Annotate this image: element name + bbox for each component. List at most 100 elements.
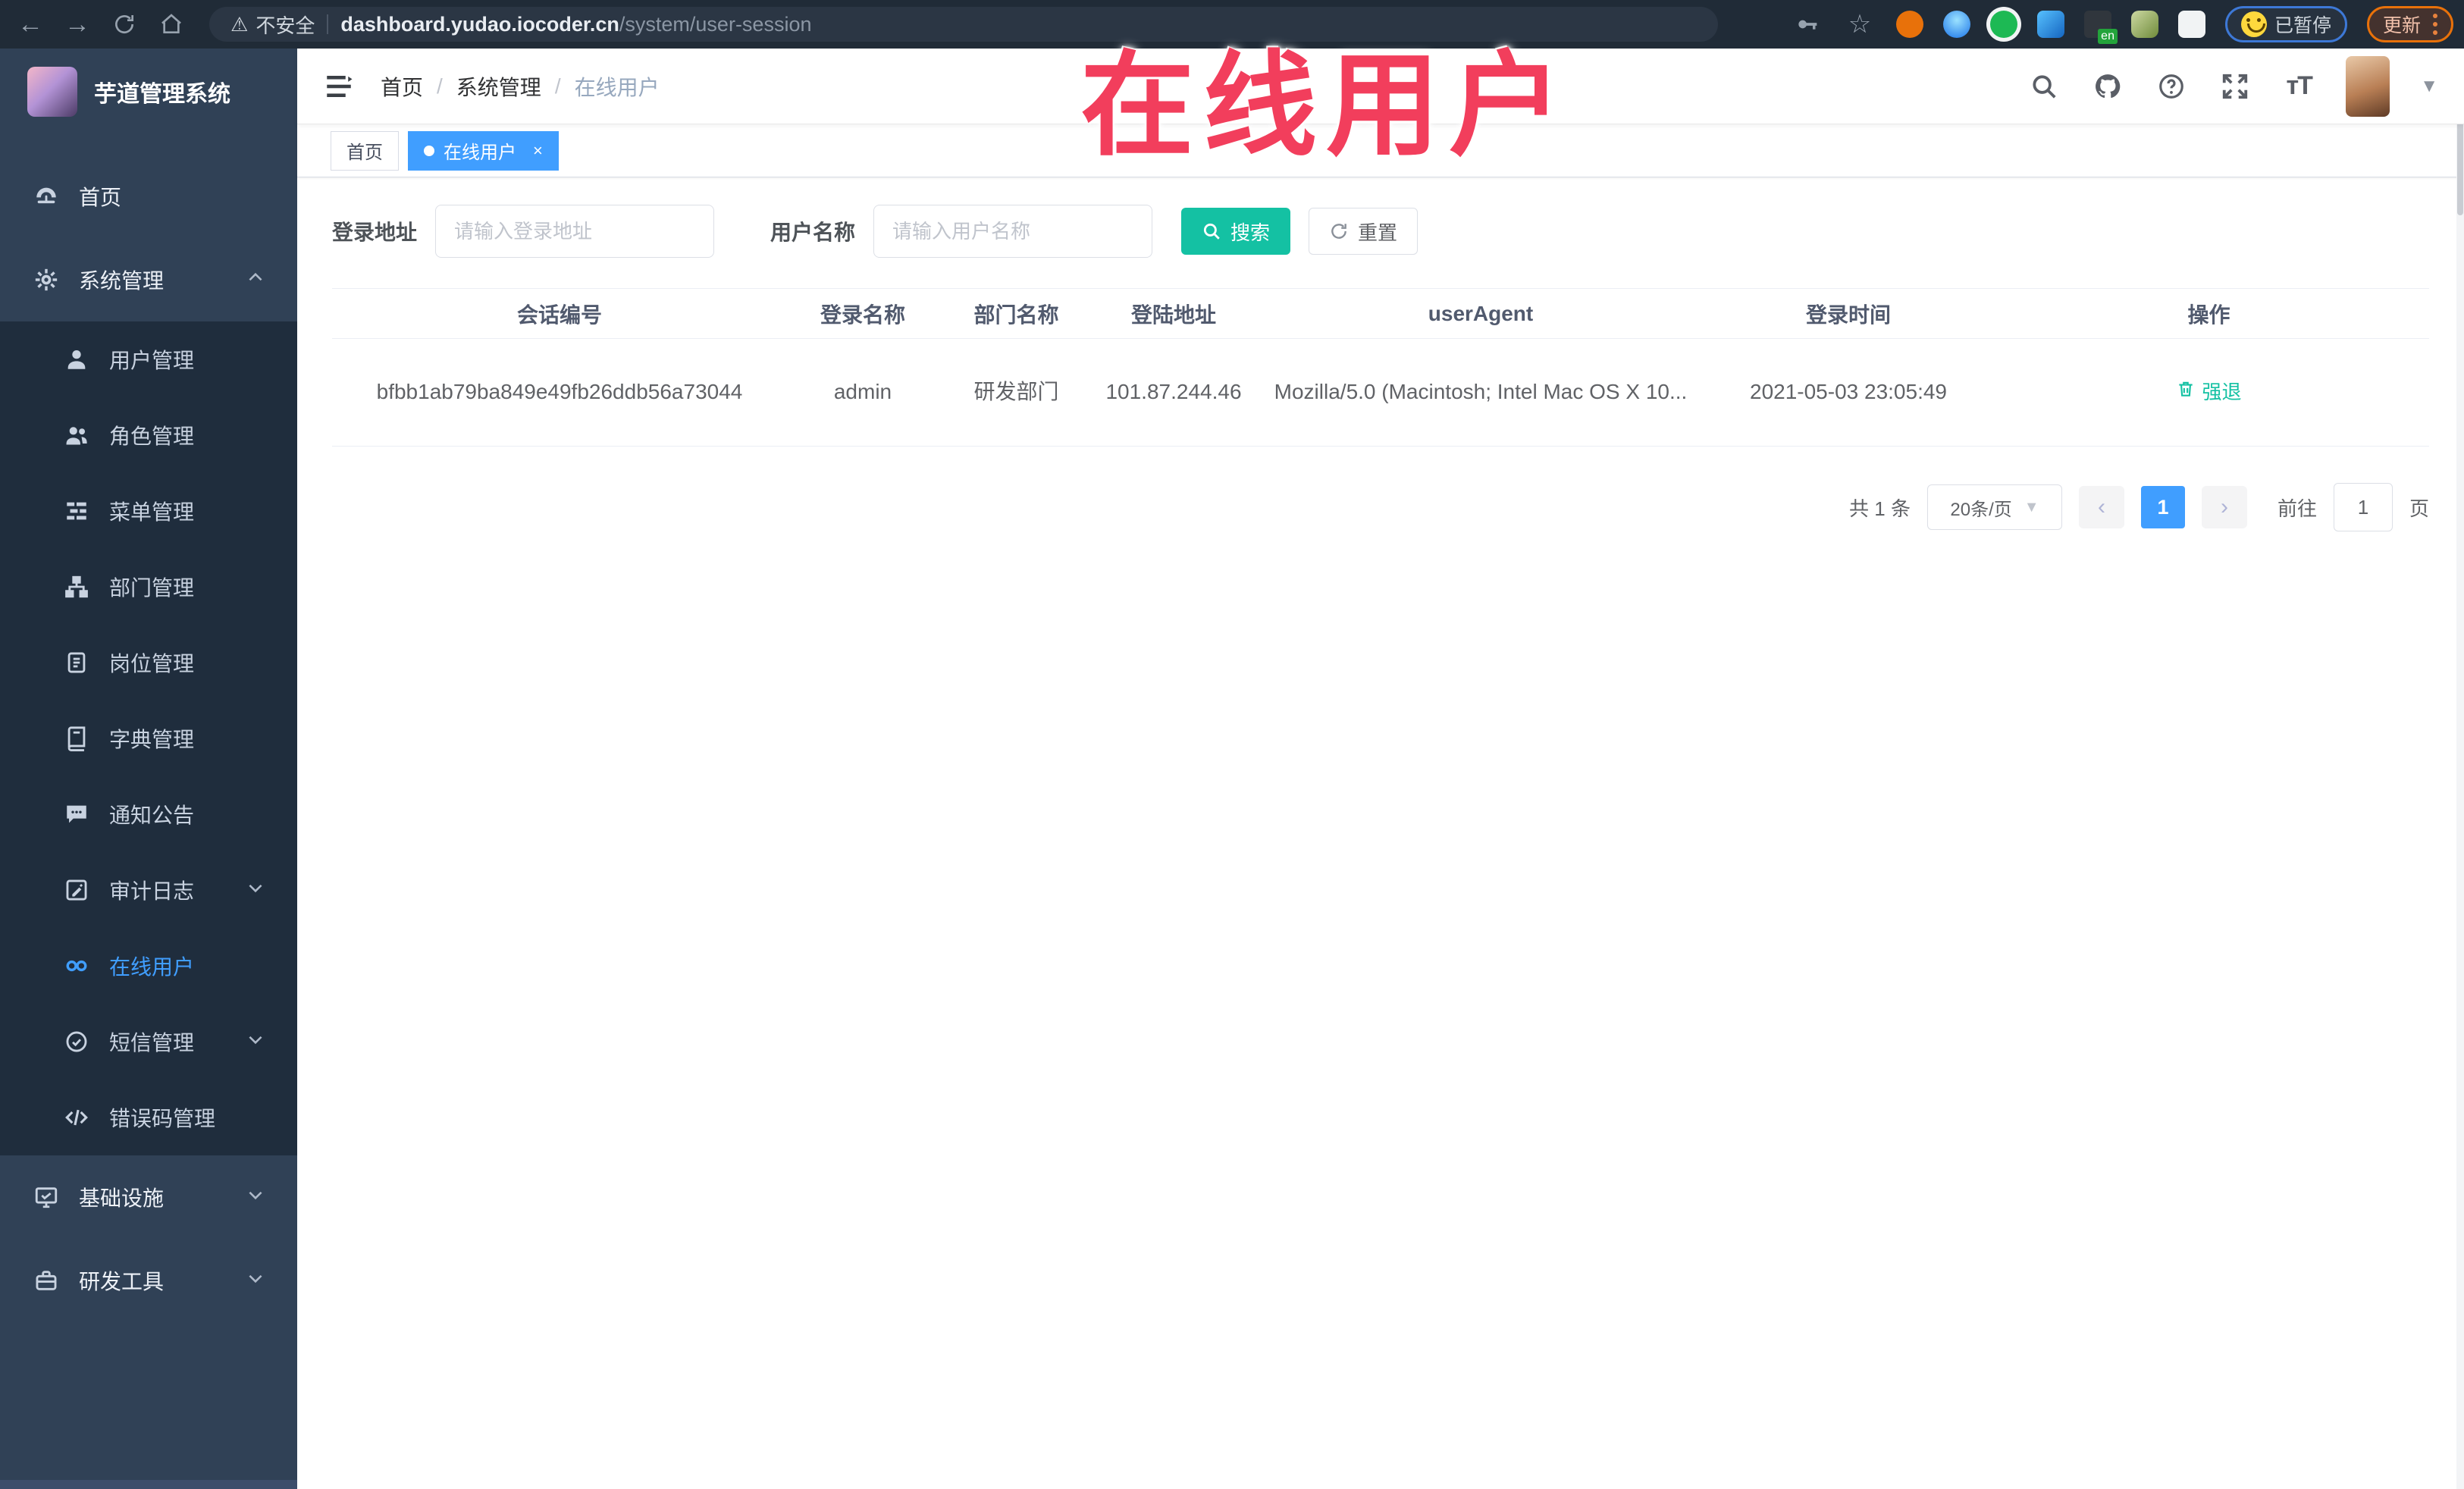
sidebar-item-label: 用户管理 (109, 349, 195, 372)
close-icon[interactable]: × (533, 141, 543, 161)
extension-icon-en[interactable]: en (2083, 11, 2118, 44)
bookmark-star-icon[interactable]: ☆ (1843, 8, 1876, 41)
online-icon (64, 953, 89, 979)
help-icon[interactable] (2155, 70, 2188, 103)
screen: ← → ⚠ 不安全 dashboard.yudao.iocoder.cn /sy… (0, 0, 2464, 1489)
log-icon (64, 877, 89, 903)
reset-button-label: 重置 (1358, 221, 1398, 244)
username-input[interactable] (873, 205, 1153, 258)
reset-button[interactable]: 重置 (1309, 208, 1419, 255)
forward-icon[interactable]: → (61, 8, 94, 41)
breadcrumb-item-2[interactable]: 系统管理 (456, 71, 541, 102)
extension-icon-green-v[interactable] (1989, 11, 2017, 38)
sidebar-item-2[interactable]: 系统管理 (0, 238, 297, 321)
monitor-icon (33, 1184, 59, 1210)
chevron-down-icon (246, 878, 265, 903)
column-header: userAgent (1253, 288, 1708, 339)
sidebar-item-label: 系统管理 (79, 269, 165, 293)
sidebar-item-label: 审计日志 (109, 879, 195, 903)
sidebar-item-12[interactable]: 短信管理 (0, 1004, 297, 1080)
extension-icon-pin[interactable] (1942, 11, 1970, 38)
update-label: 更新 (2382, 15, 2421, 36)
back-icon[interactable]: ← (14, 8, 47, 41)
home-icon[interactable] (155, 8, 188, 41)
search-button-label: 搜索 (1230, 221, 1271, 244)
goto-label: 前往 (2277, 497, 2317, 520)
sidebar-item-7[interactable]: 岗位管理 (0, 625, 297, 701)
sidebar-item-label: 字典管理 (109, 728, 195, 751)
sidebar-item-15[interactable]: 研发工具 (0, 1239, 297, 1322)
session-id-cell: bfbb1ab79ba849e49fb26ddb56a73044 (332, 338, 787, 447)
code-icon (64, 1105, 89, 1130)
breadcrumb-item-1[interactable]: 首页 (381, 71, 423, 102)
goto-page-input[interactable] (2333, 483, 2393, 531)
force-logout-label: 强退 (2202, 381, 2242, 404)
tag-1[interactable]: 首页 (331, 130, 399, 171)
sidebar-item-9[interactable]: 通知公告 (0, 776, 297, 852)
login-time-cell: 2021-05-03 23:05:49 (1708, 338, 1989, 447)
font-size-icon[interactable]: тT (2282, 70, 2315, 103)
current-page-button[interactable]: 1 (2140, 486, 2185, 528)
trash-icon (2176, 378, 2196, 407)
page-size-select[interactable]: 20条/页 ▼ (1926, 484, 2062, 530)
hamburger-icon[interactable] (297, 49, 381, 124)
github-icon[interactable] (2091, 70, 2124, 103)
next-page-button[interactable]: › (2201, 486, 2247, 528)
pagination: 共 1 条 20条/页 ▼ ‹ 1 › 前往 页 (332, 483, 2429, 531)
extension-icon-feather[interactable] (2130, 11, 2158, 38)
sidebar-item-8[interactable]: 字典管理 (0, 701, 297, 776)
address-bar[interactable]: ⚠ 不安全 dashboard.yudao.iocoder.cn /system… (209, 7, 1718, 42)
search-button[interactable]: 搜索 (1181, 208, 1291, 255)
sidebar-item-label: 在线用户 (109, 955, 195, 979)
page-unit-label: 页 (2409, 497, 2429, 520)
url-divider (327, 14, 329, 34)
sidebar-item-label: 岗位管理 (109, 652, 195, 676)
tag-2[interactable]: 在线用户 × (408, 130, 559, 171)
not-secure-icon: ⚠ (230, 12, 249, 36)
sidebar-item-4[interactable]: 角色管理 (0, 397, 297, 473)
user-avatar[interactable] (2346, 55, 2390, 117)
profile-paused-chip[interactable]: 已暂停 (2224, 6, 2347, 42)
avatar-caret-icon[interactable]: ▼ (2420, 76, 2438, 97)
login-address-input[interactable] (435, 205, 715, 258)
sidebar-item-label: 短信管理 (109, 1031, 195, 1055)
column-header: 操作 (1989, 288, 2429, 339)
sidebar-item-10[interactable]: 审计日志 (0, 852, 297, 928)
chrome-update-button[interactable]: 更新 (2366, 6, 2453, 42)
sidebar-item-13[interactable]: 错误码管理 (0, 1080, 297, 1155)
profile-emoji-icon (2240, 11, 2267, 37)
password-key-icon[interactable] (1790, 8, 1823, 41)
sidebar-item-1[interactable]: 首页 (0, 155, 297, 238)
dict-icon (64, 726, 89, 751)
sidebar-item-label: 基础设施 (79, 1186, 165, 1210)
reload-icon[interactable] (108, 8, 141, 41)
action-cell: 强退 (1989, 338, 2429, 447)
window-scrollbar[interactable] (2456, 49, 2464, 1489)
paused-label: 已暂停 (2274, 15, 2331, 36)
total-count: 共 1 条 (1849, 497, 1911, 520)
browser-toolbar: ← → ⚠ 不安全 dashboard.yudao.iocoder.cn /sy… (0, 0, 2464, 49)
sidebar-item-label: 错误码管理 (109, 1107, 216, 1130)
sidebar-item-3[interactable]: 用户管理 (0, 321, 297, 397)
tag-label: 在线用户 (444, 143, 516, 163)
sidebar-logo-row[interactable]: 芋道管理系统 (0, 49, 297, 135)
tags-view-bar: 首页 在线用户 × (297, 124, 2464, 177)
force-logout-button[interactable]: 强退 (2176, 378, 2242, 407)
peoples-icon (64, 422, 89, 448)
sidebar-item-14[interactable]: 基础设施 (0, 1155, 297, 1239)
extension-icon-puzzle[interactable] (2177, 11, 2205, 38)
search-icon[interactable] (2027, 70, 2061, 103)
prev-page-button[interactable]: ‹ (2078, 486, 2124, 528)
ip-cell: 101.87.244.46 (1094, 338, 1253, 447)
select-caret-icon: ▼ (2024, 498, 2039, 516)
fullscreen-icon[interactable] (2218, 70, 2252, 103)
extension-icon-orange[interactable] (1895, 11, 1923, 38)
filter-form: 登录地址 用户名称 搜索 重置 (332, 205, 2429, 258)
tree-icon (64, 574, 89, 600)
sidebar-item-5[interactable]: 菜单管理 (0, 473, 297, 549)
app-shell: 芋道管理系统 首页 系统管理 用户管理 角色管理 菜单管理 部门管理 岗位管理 字典管理 通知公… (0, 49, 2464, 1489)
sidebar-item-11[interactable]: 在线用户 (0, 928, 297, 1004)
sidebar-item-6[interactable]: 部门管理 (0, 549, 297, 625)
browser-menu-icon[interactable] (2433, 14, 2437, 35)
extension-icon-diamond[interactable] (2036, 11, 2064, 38)
